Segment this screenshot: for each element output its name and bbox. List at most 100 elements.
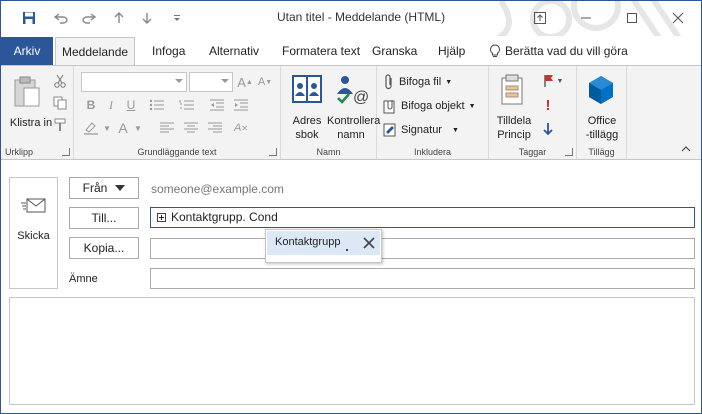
subject-field[interactable] xyxy=(150,268,695,289)
close-icon[interactable] xyxy=(663,5,693,31)
expand-group-icon[interactable] xyxy=(157,212,166,222)
tab-hjalp[interactable]: Hjälp xyxy=(432,37,471,65)
subject-label: Ämne xyxy=(69,273,98,285)
autocomplete-item[interactable]: Kontaktgrupp xyxy=(267,231,380,255)
group-names: Adres sbok @ Kontrollera namn Namn xyxy=(281,66,380,159)
align-center-icon[interactable] xyxy=(182,119,200,137)
office-addins-button[interactable]: Office -tillägg xyxy=(577,72,627,142)
to-field[interactable]: Kontaktgrupp. Cond xyxy=(150,207,695,228)
tab-arkiv[interactable]: Arkiv xyxy=(1,37,53,65)
collapse-ribbon-icon[interactable] xyxy=(681,144,691,155)
tab-infoga[interactable]: Infoga xyxy=(146,37,191,65)
tags-launcher-icon[interactable] xyxy=(565,148,573,156)
group-include: Bifoga fil ▼ Bifoga objekt ▼ Signatur ▼ … xyxy=(377,66,489,159)
follow-up-flag-icon[interactable]: ▼ xyxy=(539,72,567,90)
tell-me-search[interactable]: Berätta vad du vill göra xyxy=(483,37,634,65)
decrease-indent-icon[interactable] xyxy=(208,96,226,114)
office-addins-label-1: Office xyxy=(587,115,617,127)
check-names-button[interactable]: @ Kontrollera namn xyxy=(327,72,380,142)
attach-file-label: Bifoga fil xyxy=(399,76,442,88)
underline-icon[interactable]: U xyxy=(122,96,140,114)
remove-suggestion-icon[interactable] xyxy=(360,235,378,251)
cc-field[interactable] xyxy=(150,238,695,259)
from-button[interactable]: Från xyxy=(69,177,139,199)
message-body[interactable] xyxy=(9,297,695,405)
cc-button[interactable]: Kopia... xyxy=(69,237,139,259)
include-group-label: Inkludera xyxy=(413,147,452,157)
office-addins-label-2: -tillägg xyxy=(585,129,619,141)
send-button[interactable]: Skicka xyxy=(9,177,58,289)
chevron-down-icon[interactable]: ▼ xyxy=(129,119,147,137)
arrow-up-icon[interactable] xyxy=(109,7,129,29)
customize-toolbar-icon[interactable] xyxy=(167,7,187,29)
grow-font-icon[interactable]: A ▲ xyxy=(236,73,254,91)
address-book-label-2: sbok xyxy=(295,129,319,141)
clear-formatting-icon[interactable]: A ✕ xyxy=(232,119,250,137)
redo-icon[interactable] xyxy=(79,7,99,29)
tab-meddelande[interactable]: Meddelande xyxy=(55,37,136,66)
minimize-icon[interactable] xyxy=(571,5,601,31)
clipboard-icon xyxy=(14,76,40,107)
increase-indent-icon[interactable] xyxy=(232,96,250,114)
paperclip-icon xyxy=(385,74,392,90)
paste-label: Klistra in xyxy=(9,117,53,129)
assign-policy-label-1: Tilldela xyxy=(496,115,532,127)
cut-icon[interactable] xyxy=(51,72,69,90)
window-title: Utan titel - Meddelande (HTML) xyxy=(277,10,446,24)
assign-policy-button[interactable]: Tilldela Princip xyxy=(491,72,537,142)
chevron-down-icon: ▼ xyxy=(451,126,459,134)
tab-alternativ[interactable]: Alternativ xyxy=(203,37,265,65)
autocomplete-item-text: Kontaktgrupp xyxy=(275,236,341,248)
tab-granska[interactable]: Granska xyxy=(366,37,423,65)
shrink-font-icon[interactable]: A ▼ xyxy=(256,73,274,91)
svg-text:@: @ xyxy=(353,89,369,106)
attach-file-button[interactable]: Bifoga fil ▼ xyxy=(383,72,483,92)
numbering-icon[interactable] xyxy=(178,96,196,114)
group-basic-text: A ▲ A ▼ B I U ▼ A ▼ A ✕ Grundläggande te… xyxy=(74,66,281,159)
signature-icon xyxy=(383,123,396,137)
address-book-label-1: Adres xyxy=(292,115,322,127)
outlook-compose-window: Utan titel - Meddelande (HTML) Arkiv Med… xyxy=(0,0,702,414)
signature-button[interactable]: Signatur ▼ xyxy=(383,120,483,140)
assign-policy-icon xyxy=(501,74,523,105)
low-importance-icon[interactable] xyxy=(539,120,557,138)
ribbon-display-options-icon[interactable] xyxy=(525,5,555,31)
bullets-icon[interactable] xyxy=(148,96,166,114)
basic-text-launcher-icon[interactable] xyxy=(269,148,277,156)
save-icon[interactable] xyxy=(19,7,39,29)
send-label: Skicka xyxy=(17,230,50,242)
names-group-label: Namn xyxy=(316,147,341,157)
font-size-combo[interactable] xyxy=(189,72,233,92)
from-label: Från xyxy=(82,181,108,195)
from-address: someone@example.com xyxy=(151,182,284,196)
chevron-down-icon xyxy=(175,79,183,83)
format-painter-icon[interactable] xyxy=(51,116,69,134)
addins-group-label: Tillägg xyxy=(588,147,615,157)
copy-icon[interactable] xyxy=(51,94,69,112)
paste-button[interactable]: Klistra in xyxy=(7,72,52,132)
chevron-down-icon: ▼ xyxy=(468,102,476,110)
bold-icon[interactable]: B xyxy=(82,96,100,114)
align-left-icon[interactable] xyxy=(158,119,176,137)
tab-formatera-text[interactable]: Formatera text xyxy=(276,37,366,65)
chevron-down-icon xyxy=(115,185,126,191)
to-button[interactable]: Till... xyxy=(69,207,139,229)
arrow-down-icon[interactable] xyxy=(137,7,157,29)
high-importance-icon[interactable]: ! xyxy=(539,96,557,114)
address-book-button[interactable]: Adres sbok xyxy=(287,72,327,142)
signature-label: Signatur xyxy=(401,124,442,136)
italic-icon[interactable]: I xyxy=(102,96,120,114)
font-name-combo[interactable] xyxy=(81,72,187,92)
attach-item-button[interactable]: Bifoga objekt ▼ xyxy=(383,96,487,116)
clipboard-launcher-icon[interactable] xyxy=(62,148,70,156)
tags-group-label: Taggar xyxy=(518,147,547,157)
align-right-icon[interactable] xyxy=(206,119,224,137)
ribbon: Klistra in Urklipp A ▲ A ▼ B I U ▼ A ▼ A… xyxy=(1,65,701,160)
lightbulb-icon xyxy=(490,44,500,57)
undo-icon[interactable] xyxy=(51,7,71,29)
maximize-icon[interactable] xyxy=(617,5,647,31)
group-addins: Office -tillägg Tillägg xyxy=(577,66,627,159)
check-names-label-2: namn xyxy=(337,129,365,141)
to-value: Kontaktgrupp. Cond xyxy=(171,210,278,224)
attach-item-label: Bifoga objekt xyxy=(401,100,465,112)
